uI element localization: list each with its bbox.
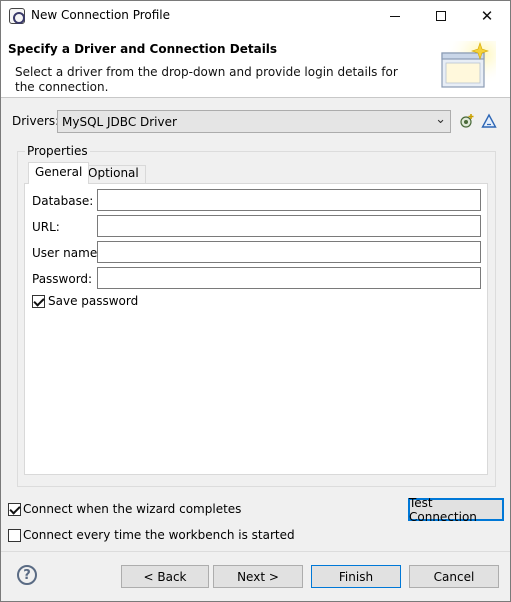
close-icon: ✕ xyxy=(480,7,494,25)
tab-general[interactable]: General xyxy=(28,162,90,184)
new-connection-profile-dialog: New Connection Profile ✕ Specify a Drive… xyxy=(0,0,511,602)
page-description: Select a driver from the drop-down and p… xyxy=(15,65,398,94)
url-label: URL: xyxy=(32,220,60,234)
maximize-icon xyxy=(436,11,446,21)
password-field[interactable] xyxy=(97,267,481,289)
finish-button[interactable]: Finish xyxy=(311,565,401,588)
connect-on-startup-checkbox[interactable] xyxy=(8,529,21,542)
window-title: New Connection Profile xyxy=(31,8,171,22)
next-button[interactable]: Next > xyxy=(213,565,303,588)
password-label: Password: xyxy=(32,272,93,286)
url-field[interactable] xyxy=(97,215,481,237)
database-field[interactable] xyxy=(97,189,481,211)
new-driver-icon[interactable] xyxy=(459,113,475,129)
minimize-button[interactable] xyxy=(372,1,418,31)
save-password-checkbox[interactable] xyxy=(32,295,45,308)
test-connection-button[interactable]: Test Connection xyxy=(408,496,504,524)
close-button[interactable]: ✕ xyxy=(464,1,510,31)
wizard-banner-icon xyxy=(436,41,496,93)
properties-group-label: Properties xyxy=(25,144,90,158)
connect-on-finish-checkbox[interactable] xyxy=(8,503,21,516)
back-button[interactable]: < Back xyxy=(121,565,209,588)
question-mark-icon[interactable]: ? xyxy=(17,565,37,585)
tab-optional[interactable]: Optional xyxy=(81,165,146,184)
user-name-field[interactable] xyxy=(97,241,481,263)
drivers-label: Drivers: xyxy=(12,114,60,128)
wizard-header: Specify a Driver and Connection Details … xyxy=(1,31,510,98)
save-password-label: Save password xyxy=(48,294,139,308)
minimize-icon xyxy=(390,15,400,17)
edit-driver-icon[interactable] xyxy=(481,113,497,129)
connect-on-startup-label: Connect every time the workbench is star… xyxy=(23,528,295,542)
cancel-button[interactable]: Cancel xyxy=(409,565,499,588)
database-label: Database: xyxy=(32,194,94,208)
page-title: Specify a Driver and Connection Details xyxy=(8,42,278,56)
chevron-down-icon: ⌄ xyxy=(435,112,446,127)
drivers-selected-value: MySQL JDBC Driver xyxy=(62,115,177,129)
drivers-dropdown[interactable]: MySQL JDBC Driver ⌄ xyxy=(57,110,451,133)
user-name-label: User name: xyxy=(32,246,102,260)
title-bar: New Connection Profile ✕ xyxy=(1,1,510,31)
eclipse-app-icon xyxy=(9,8,25,24)
connect-on-finish-label: Connect when the wizard completes xyxy=(23,502,242,516)
maximize-button[interactable] xyxy=(418,1,464,31)
